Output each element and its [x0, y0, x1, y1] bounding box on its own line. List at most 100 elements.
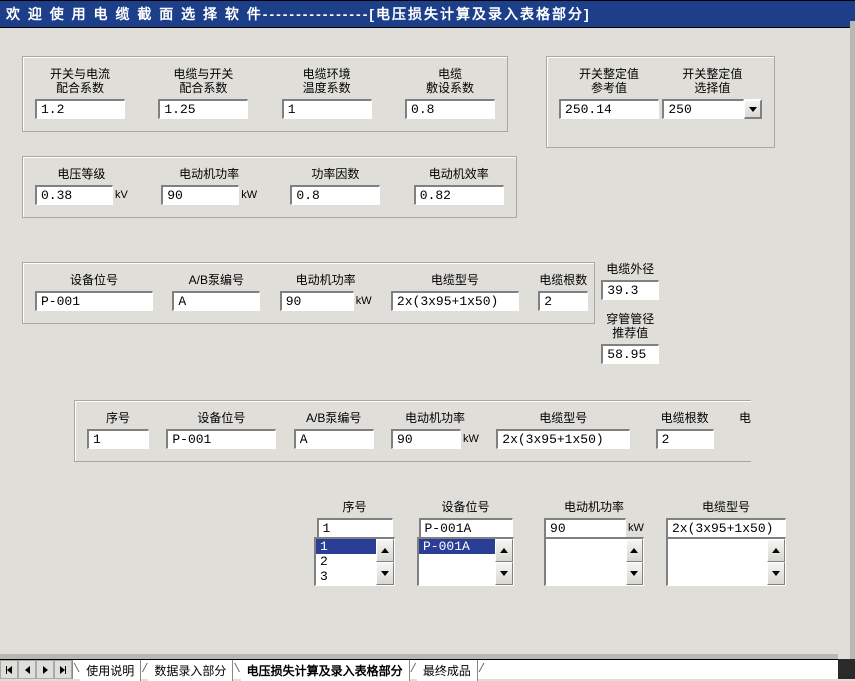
motor-power-input[interactable]	[161, 185, 239, 205]
pump-label: A/B泵编号	[189, 273, 244, 287]
list-motor-unit: kW	[628, 522, 644, 534]
device-listbox[interactable]: P-001A	[419, 539, 495, 585]
list-item[interactable]: 2	[316, 554, 376, 569]
cable-type-input[interactable]	[391, 291, 519, 311]
cable-scrollbar[interactable]	[767, 539, 785, 585]
voltage-unit: kV	[115, 189, 128, 201]
tab-nav-buttons	[0, 660, 73, 679]
cable-od-label: 电缆外径	[606, 262, 654, 276]
eff-label: 电动机效率	[429, 167, 489, 181]
chevron-up-icon[interactable]	[626, 539, 643, 562]
list-seq-input[interactable]	[317, 518, 393, 538]
motor-power-label: 电动机功率	[179, 167, 239, 181]
line-group: 序号 设备位号 A/B泵编号 电动机功率 kW 电缆型号	[74, 400, 751, 462]
cable-lay-coef-label: 电缆 敷设系数	[426, 67, 474, 95]
switch-ref-input[interactable]	[559, 99, 659, 119]
form-area: 开关与电流 配合系数 电缆与开关 配合系数 电缆环境 温度系数 电缆 敷设系数 …	[0, 28, 855, 586]
line-motor-input[interactable]	[391, 429, 461, 449]
line-cable-type-input[interactable]	[496, 429, 630, 449]
seq-scrollbar[interactable]	[376, 539, 394, 585]
switch-sel-label: 开关整定值 选择值	[682, 67, 742, 95]
seq-input[interactable]	[87, 429, 149, 449]
line-pump-label: A/B泵编号	[306, 411, 361, 425]
tab-voltage-loss[interactable]: 电压损失计算及录入表格部分	[241, 660, 410, 681]
chevron-down-icon[interactable]	[744, 99, 762, 119]
device-no-label: 设备位号	[70, 273, 118, 287]
eff-input[interactable]	[414, 185, 504, 205]
line-motor-label: 电动机功率	[405, 411, 465, 425]
tab-nav-last-icon[interactable]	[54, 660, 72, 679]
device-motor-power-label: 电动机功率	[296, 273, 356, 287]
pipe-input[interactable]	[601, 344, 659, 364]
line-extra-label: 电	[739, 411, 751, 425]
cable-env-coef-input[interactable]	[282, 99, 372, 119]
list-motor-label: 电动机功率	[564, 500, 624, 514]
cable-switch-coef-label: 电缆与开关 配合系数	[173, 67, 233, 95]
line-cable-type-label: 电缆型号	[539, 411, 587, 425]
switch-sel-combo[interactable]	[662, 99, 762, 119]
switch-sel-input[interactable]	[662, 99, 744, 119]
list-item[interactable]: 3	[316, 569, 376, 584]
line-device-input[interactable]	[166, 429, 276, 449]
line-motor-unit: kW	[463, 433, 479, 445]
switch-current-coef-label: 开关与电流 配合系数	[50, 67, 110, 95]
chevron-up-icon[interactable]	[767, 539, 785, 562]
tab-final[interactable]: 最终成品	[417, 660, 478, 681]
line-pump-input[interactable]	[294, 429, 374, 449]
voltage-input[interactable]	[35, 185, 113, 205]
vertical-scrollbar[interactable]	[850, 21, 855, 659]
seq-listbox[interactable]: 1 2 3	[316, 539, 376, 585]
cable-count-input[interactable]	[538, 291, 588, 311]
list-cable-label: 电缆型号	[702, 500, 750, 514]
chevron-up-icon[interactable]	[495, 539, 513, 562]
switch-setting-group: 开关整定值 参考值 开关整定值 选择值	[546, 56, 775, 148]
motor-scrollbar[interactable]	[626, 539, 643, 585]
device-motor-power-input[interactable]	[280, 291, 354, 311]
line-device-label: 设备位号	[197, 411, 245, 425]
cable-count-label: 电缆根数	[539, 273, 587, 287]
title-bar: 欢 迎 使 用 电 缆 截 面 选 择 软 件----------------[…	[0, 0, 855, 28]
pump-input[interactable]	[172, 291, 260, 311]
line-cable-count-input[interactable]	[656, 429, 714, 449]
pf-input[interactable]	[290, 185, 380, 205]
tab-nav-first-icon[interactable]	[0, 660, 18, 679]
tab-data-input[interactable]: 数据录入部分	[148, 660, 233, 681]
pipe-label: 穿管管径 推荐值	[606, 312, 654, 340]
list-cable-input[interactable]	[666, 518, 786, 538]
switch-ref-label: 开关整定值 参考值	[579, 67, 639, 95]
list-item[interactable]: 1	[316, 539, 376, 554]
cable-env-coef-label: 电缆环境 温度系数	[303, 67, 351, 95]
motor-listbox[interactable]	[546, 539, 626, 585]
chevron-down-icon[interactable]	[767, 562, 785, 585]
tab-nav-next-icon[interactable]	[36, 660, 54, 679]
motor-power-unit: kW	[241, 189, 257, 201]
power-group: 电压等级 kV 电动机功率 kW 功率因数 电动机效率	[22, 156, 517, 218]
sheet-tab-bar: \ 使用说明 / 数据录入部分 \ 电压损失计算及录入表格部分 / 最终成品 /	[0, 659, 855, 679]
corner-grip	[838, 659, 855, 679]
device-no-input[interactable]	[35, 291, 153, 311]
pf-label: 功率因数	[311, 167, 359, 181]
chevron-down-icon[interactable]	[376, 562, 394, 585]
list-motor-input[interactable]	[544, 518, 626, 538]
cable-switch-coef-input[interactable]	[158, 99, 248, 119]
tab-instructions[interactable]: 使用说明	[80, 660, 141, 681]
tab-nav-prev-icon[interactable]	[18, 660, 36, 679]
device-motor-power-unit: kW	[356, 295, 372, 307]
device-group: 设备位号 A/B泵编号 电动机功率 kW 电缆型号 电缆根数	[22, 262, 595, 324]
cable-od-input[interactable]	[601, 280, 659, 300]
list-item[interactable]: P-001A	[419, 539, 495, 554]
title-text: 欢 迎 使 用 电 缆 截 面 选 择 软 件----------------[…	[6, 6, 591, 22]
seq-label: 序号	[106, 411, 130, 425]
chevron-down-icon[interactable]	[495, 562, 513, 585]
line-cable-count-label: 电缆根数	[661, 411, 709, 425]
switch-current-coef-input[interactable]	[35, 99, 125, 119]
chevron-up-icon[interactable]	[376, 539, 394, 562]
list-device-input[interactable]	[419, 518, 513, 538]
chevron-down-icon[interactable]	[626, 562, 643, 585]
device-scrollbar[interactable]	[495, 539, 513, 585]
cable-lay-coef-input[interactable]	[405, 99, 495, 119]
cable-listbox[interactable]	[668, 539, 767, 585]
cable-type-label: 电缆型号	[431, 273, 479, 287]
list-device-label: 设备位号	[441, 500, 489, 514]
list-seq-label: 序号	[342, 500, 366, 514]
